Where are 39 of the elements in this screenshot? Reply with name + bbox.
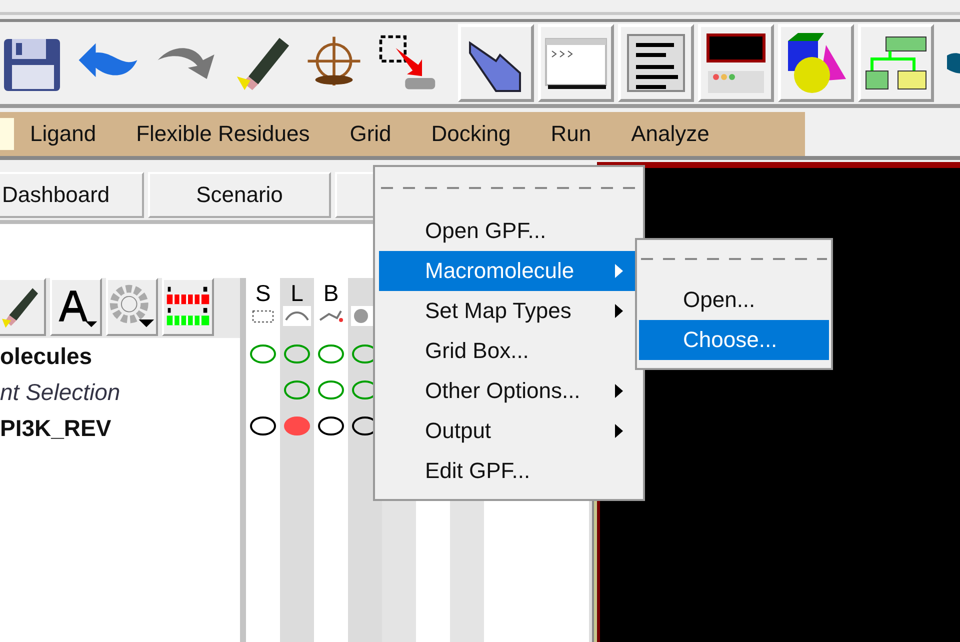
pencil-icon[interactable]: [0, 278, 46, 336]
menu-item[interactable]: Output: [379, 411, 639, 451]
submenu-arrow-icon: [615, 304, 623, 318]
input-field[interactable]: [0, 118, 14, 150]
menu-item[interactable]: Open GPF...: [379, 211, 639, 251]
menu-item[interactable]: Grid Box...: [379, 331, 639, 371]
menu-item[interactable]: Analyze: [631, 121, 710, 147]
menu-item[interactable]: Run: [550, 121, 592, 147]
submenu-arrow-icon: [615, 424, 623, 438]
column-icon: [283, 306, 311, 326]
column-header: S: [255, 279, 271, 304]
menu-item[interactable]: Flexible Residues: [136, 121, 310, 147]
tree-label[interactable]: nt Selection: [0, 374, 240, 410]
menu-item[interactable]: Set Map Types: [379, 291, 639, 331]
menu-item[interactable]: Other Options...: [379, 371, 639, 411]
hand-pointer-button[interactable]: [458, 24, 534, 102]
submenu-arrow-icon: [615, 264, 623, 278]
column-header: B: [323, 279, 339, 304]
menu-item[interactable]: Docking: [431, 121, 511, 147]
tab[interactable]: Dashboard: [0, 172, 144, 218]
3d-shapes-button[interactable]: [778, 24, 854, 102]
tab[interactable]: Scenario: [148, 172, 331, 218]
font-dropdown-button[interactable]: [50, 278, 102, 336]
menu-item[interactable]: Grid: [350, 121, 392, 147]
python-shell-button[interactable]: [538, 24, 614, 102]
color-scale-icon[interactable]: [162, 278, 214, 336]
text-lines-button[interactable]: [618, 24, 694, 102]
menu-item[interactable]: Open...: [639, 280, 829, 320]
status-circle[interactable]: [249, 416, 277, 436]
network-diagram-button[interactable]: [858, 24, 934, 102]
menu-item[interactable]: Ligand: [30, 121, 96, 147]
column-header: L: [290, 279, 304, 304]
menu-item[interactable]: Choose...: [639, 320, 829, 360]
status-circle[interactable]: [317, 416, 345, 436]
tree-label[interactable]: PI3K_REV: [0, 410, 240, 446]
viewer-windows-button[interactable]: [698, 24, 774, 102]
submenu-arrow-icon: [615, 384, 623, 398]
tree-label[interactable]: olecules: [0, 338, 240, 374]
menu-item[interactable]: Edit GPF...: [379, 451, 639, 491]
